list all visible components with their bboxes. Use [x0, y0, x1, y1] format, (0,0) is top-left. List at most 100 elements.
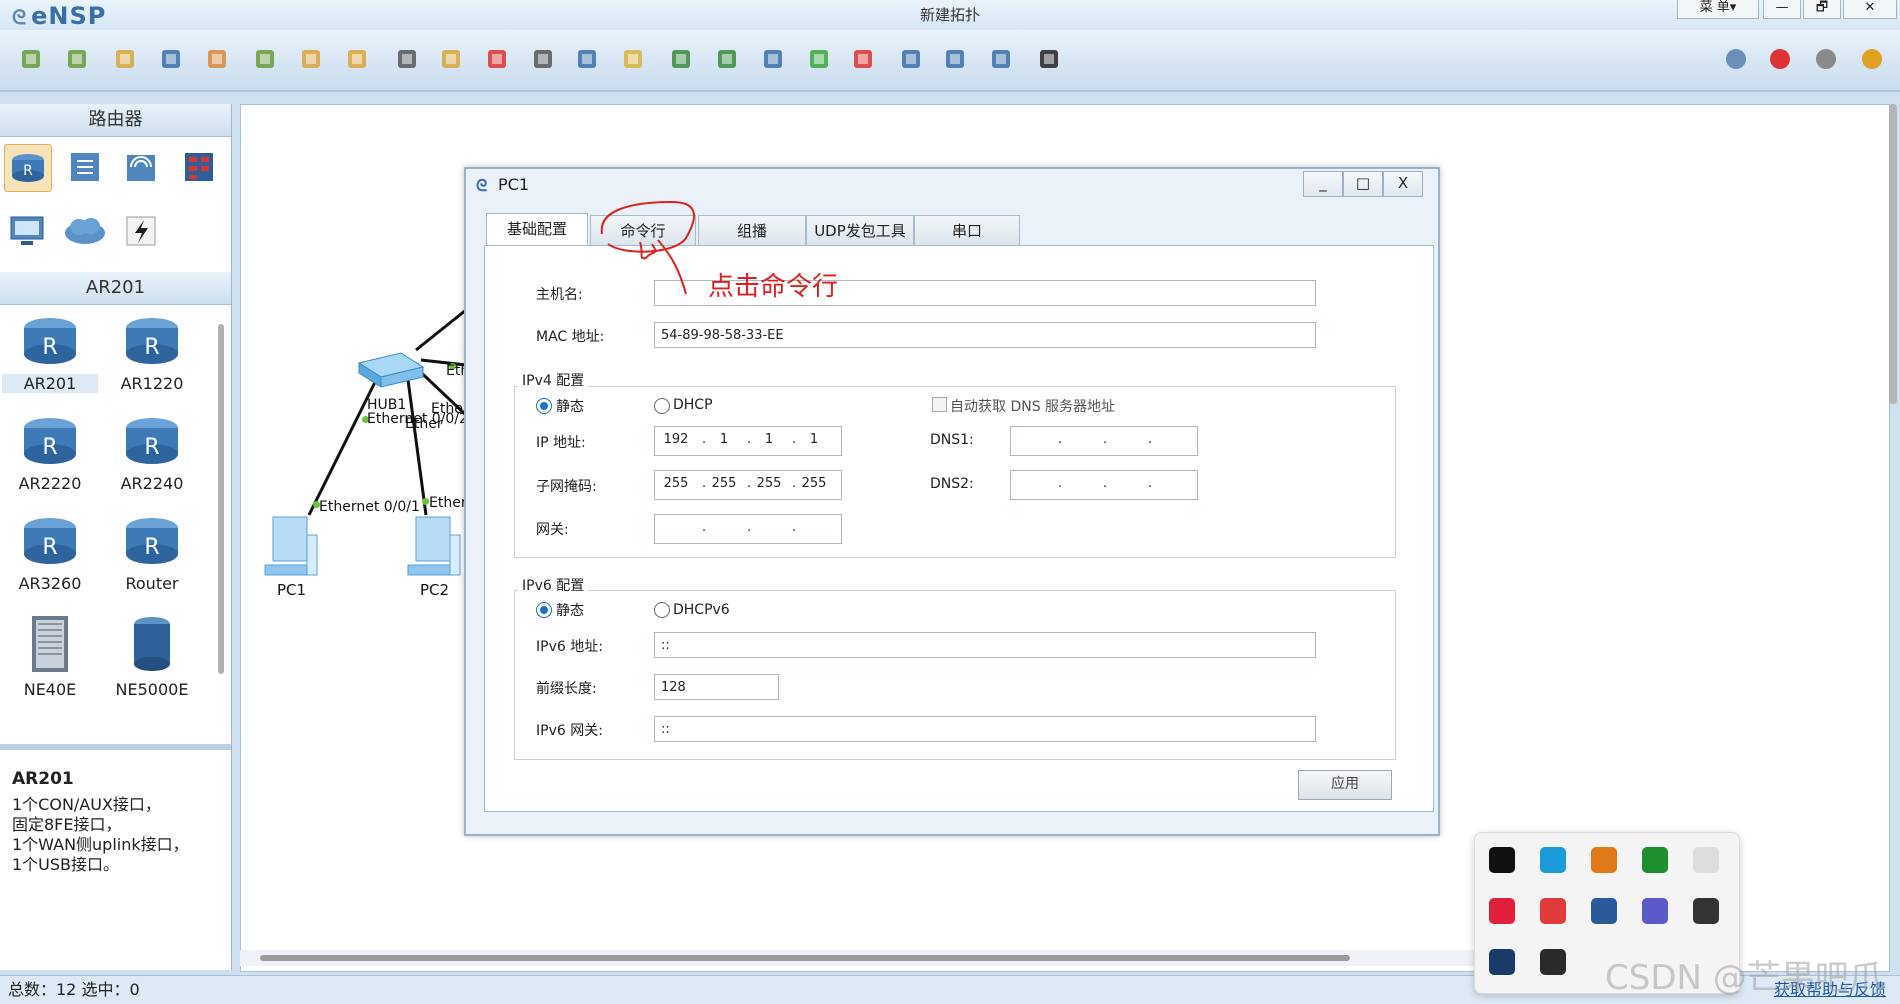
- canvas-horizontal-scrollbar[interactable]: [240, 950, 1640, 966]
- scroll-thumb[interactable]: [260, 955, 1350, 961]
- pc-category-icon[interactable]: [4, 208, 50, 254]
- device-label: Router: [125, 574, 179, 593]
- ipv6-gateway-field[interactable]: ::: [654, 716, 1316, 742]
- device-ar3260[interactable]: R AR3260: [2, 514, 98, 593]
- ip-label: IP 地址:: [536, 435, 586, 451]
- new-example-icon[interactable]: [62, 44, 92, 74]
- canvas-vertical-scrollbar[interactable]: [1889, 104, 1897, 404]
- select-icon[interactable]: [392, 44, 422, 74]
- svg-text:R: R: [42, 435, 57, 460]
- minimize-button[interactable]: —: [1763, 0, 1801, 19]
- gateway-field[interactable]: ...: [654, 514, 842, 544]
- vscode-icon[interactable]: [1540, 898, 1566, 924]
- bookmark-app-icon[interactable]: [1489, 847, 1515, 873]
- device-router[interactable]: R Router: [104, 514, 200, 593]
- prefix-length-field[interactable]: 128: [654, 674, 779, 700]
- capture-icon[interactable]: [896, 44, 926, 74]
- menu-button[interactable]: 菜 单▾: [1677, 0, 1759, 19]
- device-ar1220[interactable]: R AR1220: [104, 314, 200, 393]
- hbuilderx-icon[interactable]: [1591, 898, 1617, 924]
- message-icon[interactable]: [1721, 44, 1751, 74]
- new-topology-icon[interactable]: [16, 44, 46, 74]
- subnet-mask-field[interactable]: 255. 255. 255. 255: [654, 470, 842, 500]
- sublime-icon[interactable]: [1591, 847, 1617, 873]
- xbox-icon[interactable]: [1642, 847, 1668, 873]
- pc1-label[interactable]: PC1: [277, 581, 306, 599]
- blank-icon[interactable]: [1693, 847, 1719, 873]
- teams-icon[interactable]: [1642, 898, 1668, 924]
- redo-icon[interactable]: [342, 44, 372, 74]
- palette-scrollbar[interactable]: [218, 324, 224, 674]
- print-icon[interactable]: [250, 44, 280, 74]
- ipv6-dhcp-radio[interactable]: [654, 602, 670, 618]
- rectangle-icon[interactable]: [618, 44, 648, 74]
- auto-dns-label: 自动获取 DNS 服务器地址: [950, 399, 1116, 415]
- device-ar201[interactable]: R AR201: [2, 314, 98, 393]
- delete-link-icon[interactable]: [528, 44, 558, 74]
- close-button[interactable]: ✕: [1843, 0, 1897, 19]
- topology-icon[interactable]: [940, 44, 970, 74]
- firewall-category-icon[interactable]: [176, 144, 222, 190]
- ipv6-address-label: IPv6 地址:: [536, 639, 603, 655]
- device-label: AR2220: [18, 474, 82, 493]
- steam-icon[interactable]: [1489, 949, 1515, 975]
- zoom-in-icon[interactable]: [666, 44, 696, 74]
- switch-category-icon[interactable]: [62, 144, 108, 190]
- stop-icon[interactable]: [848, 44, 878, 74]
- text-icon[interactable]: [572, 44, 602, 74]
- device-ar2220[interactable]: R AR2220: [2, 414, 98, 493]
- dialog-close-button[interactable]: X: [1383, 171, 1423, 197]
- save-icon[interactable]: [156, 44, 186, 74]
- start-icon[interactable]: [804, 44, 834, 74]
- device-label: NE5000E: [115, 680, 189, 699]
- huawei-icon[interactable]: [1765, 44, 1795, 74]
- pan-hand-icon[interactable]: [436, 44, 466, 74]
- router-category-icon[interactable]: R: [4, 144, 52, 192]
- save-as-icon[interactable]: [202, 44, 232, 74]
- help-icon[interactable]: [1857, 44, 1887, 74]
- ipv4-dhcp-radio[interactable]: [654, 398, 670, 414]
- apply-button[interactable]: 应用: [1298, 770, 1392, 800]
- capture-app-icon[interactable]: [1693, 898, 1719, 924]
- tab-basic-config[interactable]: 基础配置: [486, 213, 588, 246]
- feishu-icon[interactable]: [1540, 847, 1566, 873]
- selection-count: 总数：12 选中：0: [8, 980, 140, 999]
- ipv6-gateway-label: IPv6 网关:: [536, 723, 603, 739]
- fit-icon[interactable]: [758, 44, 788, 74]
- terminal-icon[interactable]: [1034, 44, 1064, 74]
- dns1-field[interactable]: ...: [1010, 426, 1198, 456]
- device-palette: 路由器 R AR201 AR201 1个CON/AUX接口， 固定8FE接口， …: [0, 104, 232, 970]
- pc2-label[interactable]: PC2: [420, 581, 449, 599]
- auto-dns-checkbox[interactable]: [932, 397, 947, 412]
- table-icon[interactable]: [986, 44, 1016, 74]
- netease-music-icon[interactable]: [1489, 898, 1515, 924]
- toolbar: [0, 30, 1900, 92]
- ip-address-field[interactable]: 192. 1. 1. 1: [654, 426, 842, 456]
- device-ar2240[interactable]: R AR2240: [104, 414, 200, 493]
- tab-udp-tool[interactable]: UDP发包工具: [806, 215, 914, 246]
- cloud-category-icon[interactable]: [62, 208, 108, 254]
- wlan-category-icon[interactable]: [118, 144, 164, 190]
- subcategory-title: AR201: [0, 272, 231, 305]
- nvidia-icon[interactable]: [1540, 949, 1566, 975]
- tab-serial[interactable]: 串口: [914, 215, 1020, 246]
- gateway-label: 网关:: [536, 522, 569, 538]
- ipv6-static-radio[interactable]: [536, 602, 552, 618]
- delete-icon[interactable]: [482, 44, 512, 74]
- port-status-dot: [422, 498, 429, 505]
- restore-button[interactable]: 🗗: [1803, 0, 1841, 19]
- dialog-minimize-button[interactable]: _: [1303, 171, 1343, 197]
- dns2-field[interactable]: ...: [1010, 470, 1198, 500]
- zoom-out-icon[interactable]: [712, 44, 742, 74]
- open-icon[interactable]: [110, 44, 140, 74]
- device-ne5000e[interactable]: NE5000E: [104, 614, 200, 699]
- device-label: AR3260: [18, 574, 82, 593]
- ipv6-address-field[interactable]: ::: [654, 632, 1316, 658]
- window-title: 新建拓扑: [919, 6, 980, 24]
- connection-category-icon[interactable]: [118, 208, 164, 254]
- undo-icon[interactable]: [296, 44, 326, 74]
- dialog-maximize-button[interactable]: □: [1343, 171, 1383, 197]
- settings-icon[interactable]: [1811, 44, 1841, 74]
- ipv4-static-radio[interactable]: [536, 398, 552, 414]
- device-ne40e[interactable]: NE40E: [2, 614, 98, 699]
